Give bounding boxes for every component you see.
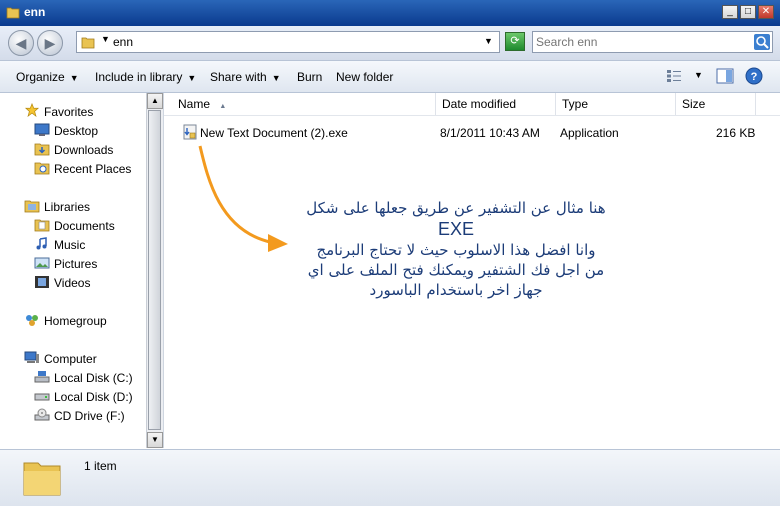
column-header-name[interactable]: Name ▲ xyxy=(172,93,436,115)
view-options-icon[interactable] xyxy=(666,69,682,83)
address-bar[interactable]: ▼ enn ▼ xyxy=(76,31,500,53)
share-with-label: Share with xyxy=(210,70,267,84)
breadcrumb-current[interactable]: enn xyxy=(113,35,133,49)
address-row: ◀ ▶ ▼ enn ▼ ⟳ xyxy=(0,26,780,61)
include-in-library-menu[interactable]: Include in library ▼ xyxy=(95,70,196,84)
system-drive-icon xyxy=(34,371,50,383)
arrow-left-icon: ◀ xyxy=(15,35,27,51)
triangle-up-icon: ▲ xyxy=(151,96,159,105)
annotation-exe: EXE xyxy=(437,219,475,239)
nav-music[interactable]: Music xyxy=(54,238,85,252)
back-button[interactable]: ◀ xyxy=(8,30,34,56)
svg-text:?: ? xyxy=(751,71,758,83)
annotation-line-1: هنا مثال عن التشفير عن طريق جعلها على شك… xyxy=(306,199,606,217)
music-icon xyxy=(36,237,47,250)
annotation-note: هنا مثال عن التشفير عن طريق جعلها على شك… xyxy=(296,198,616,300)
homegroup-icon xyxy=(26,315,38,326)
pictures-icon xyxy=(34,257,50,269)
column-header-size[interactable]: Size xyxy=(676,93,756,115)
nav-libraries[interactable]: Libraries xyxy=(44,200,90,214)
nav-documents[interactable]: Documents xyxy=(54,219,115,233)
burn-button[interactable]: Burn xyxy=(297,70,322,84)
recent-places-icon xyxy=(34,162,50,175)
forward-button[interactable]: ▶ xyxy=(37,30,63,56)
minimize-button[interactable]: _ xyxy=(722,5,738,19)
details-pane: 1 item xyxy=(0,449,780,506)
search-box[interactable] xyxy=(532,31,773,53)
annotation-line-3: من اجل فك الشتفير ويمكنك فتح الملف على ا… xyxy=(307,261,605,279)
folder-icon xyxy=(6,7,20,19)
organize-label: Organize xyxy=(16,70,65,84)
scrollbar-thumb[interactable] xyxy=(148,110,161,430)
application-icon xyxy=(183,124,197,140)
file-type: Application xyxy=(560,126,619,140)
triangle-down-icon: ▼ xyxy=(151,435,159,444)
folder-icon xyxy=(81,37,95,49)
nav-favorites[interactable]: Favorites xyxy=(44,105,93,119)
file-date-modified: 8/1/2011 10:43 AM xyxy=(440,126,540,140)
computer-icon xyxy=(24,351,39,363)
column-name-label: Name xyxy=(178,97,211,111)
column-header-date-modified[interactable]: Date modified xyxy=(436,93,556,115)
folder-icon xyxy=(23,462,61,496)
nav-local-disk-d[interactable]: Local Disk (D:) xyxy=(54,390,133,404)
chevron-down-icon: ▼ xyxy=(187,73,197,83)
nav-desktop[interactable]: Desktop xyxy=(54,124,98,138)
title-bar[interactable]: enn _ □ ✕ xyxy=(0,0,780,26)
nav-computer[interactable]: Computer xyxy=(44,352,97,366)
nav-pictures[interactable]: Pictures xyxy=(54,257,97,271)
arrow-right-icon: ▶ xyxy=(44,35,56,51)
scroll-up-button[interactable]: ▲ xyxy=(147,93,163,109)
desktop-icon xyxy=(34,123,50,136)
libraries-icon xyxy=(24,200,40,213)
refresh-button[interactable]: ⟳ xyxy=(505,32,525,51)
window-title: enn xyxy=(24,5,46,19)
chevron-down-icon: ▼ xyxy=(69,73,79,83)
nav-cd-drive-f[interactable]: CD Drive (F:) xyxy=(54,409,125,423)
sort-ascending-icon: ▲ xyxy=(219,103,227,110)
refresh-icon: ⟳ xyxy=(510,35,520,47)
annotation-line-4: جهاز اخر باستخدام الباسورد xyxy=(369,281,543,299)
close-button[interactable]: ✕ xyxy=(758,5,774,19)
videos-icon xyxy=(35,276,49,288)
documents-icon xyxy=(34,219,50,232)
star-icon xyxy=(24,103,40,117)
nav-videos[interactable]: Videos xyxy=(54,276,90,290)
view-dropdown-icon[interactable]: ▼ xyxy=(694,70,703,80)
command-bar: Organize ▼ Include in library ▼ Share with… xyxy=(0,61,780,93)
search-input[interactable] xyxy=(536,34,746,50)
include-in-library-label: Include in library xyxy=(95,70,183,84)
nav-homegroup[interactable]: Homegroup xyxy=(44,314,107,328)
share-with-menu[interactable]: Share with ▼ xyxy=(210,70,281,84)
organize-menu[interactable]: Organize ▼ xyxy=(16,70,79,84)
drive-icon xyxy=(34,393,50,401)
file-size: 216 KB xyxy=(716,126,756,140)
header-divider xyxy=(164,115,780,116)
chevron-down-icon: ▼ xyxy=(271,73,281,83)
help-icon[interactable]: ? xyxy=(745,67,763,85)
maximize-button[interactable]: □ xyxy=(740,5,756,19)
annotation-arrow xyxy=(198,145,288,252)
annotation-line-2: وانا افضل هذا الاسلوب حيث لا تحتاج البرن… xyxy=(316,241,596,259)
nav-recent-places[interactable]: Recent Places xyxy=(54,162,131,176)
downloads-icon xyxy=(34,143,50,156)
scroll-down-button[interactable]: ▼ xyxy=(147,432,163,448)
new-folder-button[interactable]: New folder xyxy=(336,70,393,84)
navigation-scrollbar[interactable]: ▲ ▼ xyxy=(146,93,163,448)
navigation-pane: Favorites Desktop Downloads Recent Place… xyxy=(0,93,164,448)
search-icon[interactable] xyxy=(754,34,770,50)
address-dropdown-icon[interactable]: ▼ xyxy=(484,36,493,46)
nav-local-disk-c[interactable]: Local Disk (C:) xyxy=(54,371,133,385)
file-name[interactable]: New Text Document (2).exe xyxy=(200,126,348,140)
column-header-type[interactable]: Type xyxy=(556,93,676,115)
breadcrumb-caret-icon[interactable]: ▼ xyxy=(101,34,110,44)
cd-drive-icon xyxy=(34,408,50,421)
item-count: 1 item xyxy=(84,459,117,473)
preview-pane-icon[interactable] xyxy=(716,68,734,84)
nav-downloads[interactable]: Downloads xyxy=(54,143,113,157)
